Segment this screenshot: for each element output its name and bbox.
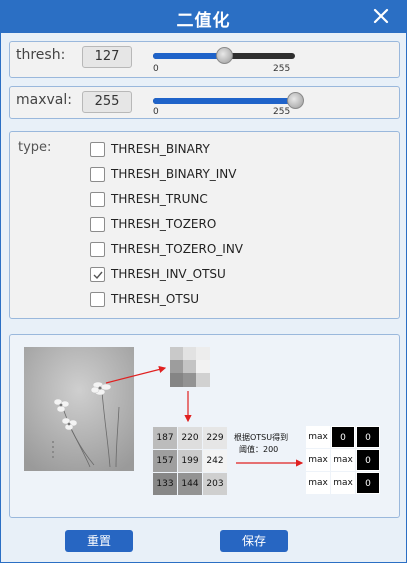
thresh-slider-handle[interactable] [215, 47, 233, 64]
illustration-panel: 187 220 229 157 199 242 133 144 203 根据OTSU得到 阈值：… [9, 334, 400, 518]
thresh-max-tick: 255 [273, 64, 291, 74]
checkbox-checked[interactable] [90, 266, 105, 282]
input-pixel-cell: 229 [203, 427, 227, 449]
output-pixel-cell: 0 [356, 449, 380, 471]
input-pixel-cell: 220 [178, 427, 202, 449]
thresh-panel: thresh: 127 0 255 [9, 41, 400, 78]
type-label: type: [18, 140, 52, 155]
maxval-max-tick: 255 [273, 107, 291, 117]
output-pixel-cell: max [306, 472, 330, 494]
window-title: 二值化 [176, 11, 231, 31]
input-pixel-cell: 133 [153, 473, 177, 495]
type-option-label: THRESH_TOZERO_INV [111, 242, 243, 256]
check-icon [93, 271, 103, 279]
maxval-label: maxval: [16, 92, 72, 108]
type-option-label: THRESH_BINARY [111, 142, 210, 156]
thresh-value-field[interactable]: 127 [82, 46, 132, 68]
output-pixel-cell: 0 [356, 472, 380, 494]
output-pixel-grid: max 0 0 max max 0 max max 0 [306, 426, 380, 494]
close-icon[interactable] [370, 4, 392, 28]
input-pixel-cell: 144 [178, 473, 202, 495]
checkbox[interactable] [90, 216, 105, 232]
maxval-value-field[interactable]: 255 [82, 91, 132, 113]
input-pixel-cell: 242 [203, 450, 227, 472]
type-option[interactable]: THRESH_TRUNC [90, 190, 208, 208]
type-option-label: THRESH_BINARY_INV [111, 167, 237, 181]
type-option[interactable]: THRESH_BINARY_INV [90, 165, 237, 183]
input-pixel-cell: 157 [153, 450, 177, 472]
type-panel: type: THRESH_BINARY THRESH_BINARY_INV THRE… [9, 131, 400, 319]
type-option-label: THRESH_TRUNC [111, 192, 208, 206]
input-pixel-grid: 187 220 229 157 199 242 133 144 203 [153, 427, 227, 495]
save-button[interactable]: 保存 [220, 530, 288, 552]
maxval-slider-fill [153, 98, 295, 104]
thresh-slider-fill [153, 53, 224, 59]
input-pixel-cell: 187 [153, 427, 177, 449]
checkbox[interactable] [90, 191, 105, 207]
type-option[interactable]: THRESH_OTSU [90, 290, 199, 308]
checkbox[interactable] [90, 141, 105, 157]
output-pixel-cell: max [306, 449, 330, 471]
title-bar[interactable]: 二值化 [1, 1, 406, 33]
maxval-panel: maxval: 255 0 255 [9, 86, 400, 119]
checkbox[interactable] [90, 241, 105, 257]
reset-button[interactable]: 重置 [65, 530, 133, 552]
input-pixel-cell: 199 [178, 450, 202, 472]
checkbox[interactable] [90, 291, 105, 307]
maxval-slider[interactable] [153, 92, 304, 109]
output-pixel-cell: max [331, 449, 355, 471]
type-option-label: THRESH_INV_OTSU [111, 267, 226, 281]
checkbox[interactable] [90, 166, 105, 182]
thresh-label: thresh: [16, 47, 66, 63]
thresh-min-tick: 0 [153, 64, 159, 74]
maxval-min-tick: 0 [153, 107, 159, 117]
otsu-annotation-line2: 阈值：200 [239, 445, 279, 454]
type-option[interactable]: THRESH_TOZERO [90, 215, 216, 233]
output-pixel-cell: max [306, 426, 330, 448]
type-option[interactable]: THRESH_BINARY [90, 140, 210, 158]
threshold-dialog: 二值化 thresh: 127 0 255 maxval: 255 0 255 … [0, 0, 407, 563]
output-pixel-cell: 0 [331, 426, 355, 448]
type-option[interactable]: THRESH_INV_OTSU [90, 265, 226, 283]
input-pixel-cell: 203 [203, 473, 227, 495]
type-option-label: THRESH_TOZERO [111, 217, 217, 231]
output-pixel-cell: 0 [356, 426, 380, 448]
type-option[interactable]: THRESH_TOZERO_INV [90, 240, 243, 258]
otsu-annotation-line1: 根据OTSU得到 [234, 433, 289, 442]
thresh-slider[interactable] [153, 47, 295, 64]
type-option-label: THRESH_OTSU [111, 292, 200, 306]
output-pixel-cell: max [331, 472, 355, 494]
